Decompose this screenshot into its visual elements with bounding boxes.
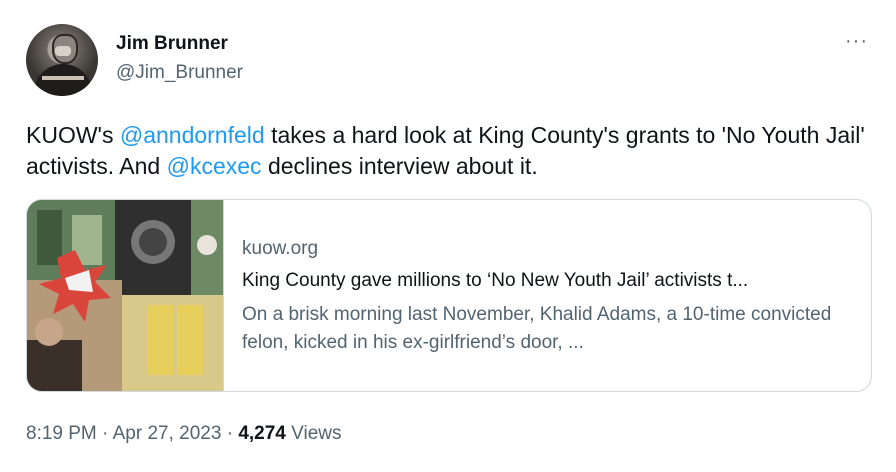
mention-link[interactable]: @kcexec [167, 153, 262, 179]
more-options-icon[interactable]: ··· [845, 30, 868, 53]
meta-separator: · [221, 423, 239, 444]
tweet-time[interactable]: 8:19 PM [26, 423, 97, 444]
author-handle[interactable]: @Jim_Brunner [116, 62, 243, 84]
card-thumbnail-image [27, 200, 224, 391]
thumbnail-collage [27, 200, 223, 391]
views-count[interactable]: 4,274 [238, 423, 286, 444]
mention-link[interactable]: @anndornfeld [120, 122, 265, 148]
card-title[interactable]: King County gave millions to ‘No New You… [242, 270, 852, 292]
author-avatar[interactable] [26, 24, 98, 96]
tweet-text-part: KUOW's [26, 122, 120, 148]
avatar-body [34, 64, 92, 96]
author-name[interactable]: Jim Brunner [116, 33, 228, 55]
tweet-meta: 8:19 PM · Apr 27, 2023 · 4,274 Views [26, 423, 341, 445]
meta-separator: · [96, 423, 113, 444]
tweet-text-part: declines interview about it. [261, 153, 538, 179]
avatar-stripe [42, 76, 84, 80]
card-domain: kuow.org [242, 238, 319, 259]
card-description: On a brisk morning last November, Khalid… [242, 304, 832, 353]
views-label: Views [285, 423, 342, 444]
tweet-date[interactable]: Apr 27, 2023 [113, 423, 222, 444]
tweet-text: KUOW's @anndornfeld takes a hard look at… [26, 120, 876, 182]
avatar-mask [55, 46, 71, 56]
link-preview-card[interactable]: kuow.org King County gave millions to ‘N… [26, 199, 872, 392]
